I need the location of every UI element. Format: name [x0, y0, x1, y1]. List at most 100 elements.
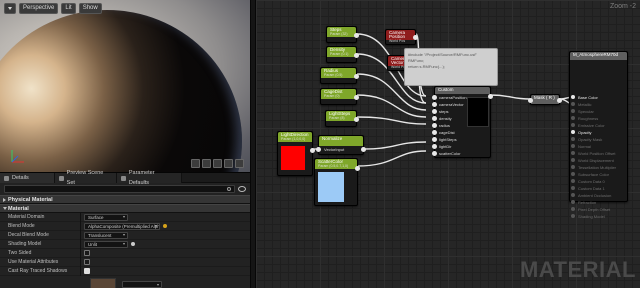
- output-pin[interactable]: [354, 53, 359, 58]
- plane-icon[interactable]: [213, 159, 222, 168]
- pin-label: lightSteps: [439, 137, 457, 142]
- perspective-button[interactable]: Perspective: [19, 3, 59, 14]
- shading-model-dropdown[interactable]: Unlit: [84, 240, 128, 248]
- pin-label: cameraPosition: [439, 95, 467, 100]
- texture-property-row: [0, 276, 250, 288]
- decal-blend-mode-dropdown[interactable]: Translucent: [84, 231, 128, 239]
- output-pin[interactable]: [354, 33, 359, 38]
- input-pin[interactable]: [571, 214, 575, 218]
- input-pin[interactable]: [571, 151, 575, 155]
- reset-to-default-icon[interactable]: [131, 242, 135, 246]
- wire-normalize: [363, 141, 427, 150]
- output-pin[interactable]: [354, 117, 359, 122]
- category-label: Physical Material: [8, 197, 53, 203]
- input-pin[interactable]: [432, 102, 437, 107]
- lit-button[interactable]: Lit: [61, 3, 76, 14]
- reset-to-default-icon[interactable]: [163, 224, 167, 228]
- output-pin[interactable]: [557, 98, 562, 103]
- input-pin[interactable]: [571, 186, 575, 190]
- output-pin[interactable]: [354, 74, 359, 79]
- comment-text: #include "/Project/Source/RMFunc.usf" RM…: [405, 49, 497, 73]
- details-search-row: [0, 183, 250, 195]
- tab-details[interactable]: Details: [0, 173, 55, 183]
- output-pin[interactable]: [413, 35, 418, 40]
- input-pin[interactable]: [571, 207, 575, 211]
- tab-parameter-defaults[interactable]: Parameter Defaults: [117, 170, 182, 186]
- property-row-blend-mode: Blend Mode AlphaComposite (Premultiplied…: [0, 221, 250, 231]
- input-pin[interactable]: [571, 158, 575, 162]
- node-radius[interactable]: Radius Param (0.5): [320, 67, 359, 84]
- input-pin[interactable]: [571, 144, 575, 148]
- input-pin[interactable]: [571, 179, 575, 183]
- output-pin[interactable]: [355, 166, 360, 171]
- parameter-icon: [121, 175, 126, 181]
- input-pin[interactable]: [316, 147, 321, 152]
- input-pin[interactable]: [571, 116, 575, 120]
- input-pin[interactable]: [571, 165, 575, 169]
- output-pin[interactable]: [354, 95, 359, 100]
- teapot-icon[interactable]: [235, 159, 244, 168]
- input-pin[interactable]: [432, 123, 437, 128]
- material-domain-dropdown[interactable]: Surface: [84, 213, 128, 221]
- eye-icon[interactable]: [238, 186, 246, 192]
- pin-label: VectorInput: [324, 147, 345, 152]
- preview-viewport[interactable]: Perspective Lit Show: [0, 0, 250, 172]
- texture-dropdown[interactable]: [122, 281, 162, 288]
- input-pin[interactable]: [571, 130, 575, 134]
- input-pin[interactable]: [528, 98, 533, 103]
- node-title: M_AtmosphereRM70d: [573, 52, 619, 57]
- output-pin[interactable]: [310, 148, 315, 153]
- node-density[interactable]: Density Param (0.1): [326, 46, 359, 63]
- input-pin[interactable]: [571, 95, 575, 99]
- view-options-button[interactable]: [4, 3, 16, 14]
- node-subtitle: Param (0): [324, 94, 340, 98]
- output-pin[interactable]: [488, 94, 493, 99]
- node-cagedist[interactable]: CageDist Param (0): [320, 88, 359, 105]
- input-pin[interactable]: [571, 193, 575, 197]
- node-mask[interactable]: Mask ( R ): [528, 94, 562, 105]
- details-search-input[interactable]: [4, 185, 235, 193]
- input-pin[interactable]: [571, 109, 575, 113]
- node-scattercolor[interactable]: ScatterColor Param (0.5,0.7,1,0): [314, 158, 360, 206]
- input-pin[interactable]: [432, 95, 437, 100]
- use-material-attributes-checkbox[interactable]: [84, 259, 90, 265]
- blend-mode-dropdown[interactable]: AlphaComposite (Premultiplied Alpha): [84, 222, 160, 230]
- pin-label: Subsurface Color: [578, 171, 609, 177]
- pin-label: cageDist: [439, 130, 455, 135]
- pin-label: Opacity: [578, 129, 592, 135]
- input-pin[interactable]: [571, 200, 575, 204]
- pin-label: Opacity Mask: [578, 136, 603, 142]
- property-label: Use Material Attributes: [8, 259, 59, 265]
- node-steps[interactable]: Steps Param (32): [326, 26, 359, 43]
- input-pin[interactable]: [432, 130, 437, 135]
- material-graph[interactable]: Zoom -2 Steps Param (32) Density Param (0.…: [256, 0, 640, 288]
- input-pin[interactable]: [432, 109, 437, 114]
- sphere-icon[interactable]: [202, 159, 211, 168]
- input-pin[interactable]: [432, 151, 437, 156]
- category-material[interactable]: Material: [0, 204, 250, 213]
- tab-preview-scene-set[interactable]: Preview Scene Set: [55, 170, 117, 186]
- input-pin[interactable]: [571, 102, 575, 106]
- node-camera-position[interactable]: Camera Position World Pos: [385, 29, 418, 45]
- input-pin[interactable]: [432, 137, 437, 142]
- category-physical-material[interactable]: Physical Material: [0, 195, 250, 204]
- input-pin[interactable]: [432, 144, 437, 149]
- node-lightsteps[interactable]: LightSteps Param (8): [325, 110, 359, 127]
- cube-icon[interactable]: [224, 159, 233, 168]
- input-pin[interactable]: [571, 172, 575, 176]
- show-button[interactable]: Show: [78, 3, 102, 14]
- input-pin[interactable]: [571, 123, 575, 127]
- node-normalize[interactable]: Normalize VectorInput: [316, 135, 366, 155]
- node-lightdirection[interactable]: LightDirection Param (1,0,0,0): [277, 131, 315, 176]
- node-header: ScatterColor Param (0.5,0.7,1,0): [315, 159, 357, 169]
- property-label: Decal Blend Mode: [8, 232, 49, 238]
- cast-ray-traced-shadows-checkbox[interactable]: [84, 268, 90, 274]
- node-subtitle: Param (0.5,0.7,1,0): [318, 164, 349, 168]
- output-pin[interactable]: [361, 147, 366, 152]
- cylinder-icon[interactable]: [191, 159, 200, 168]
- two-sided-checkbox[interactable]: [84, 250, 90, 256]
- input-pin[interactable]: [432, 116, 437, 121]
- texture-thumbnail[interactable]: [90, 278, 116, 288]
- input-pin[interactable]: [571, 137, 575, 141]
- code-comment-box[interactable]: #include "/Project/Source/RMFunc.usf" RM…: [404, 48, 498, 86]
